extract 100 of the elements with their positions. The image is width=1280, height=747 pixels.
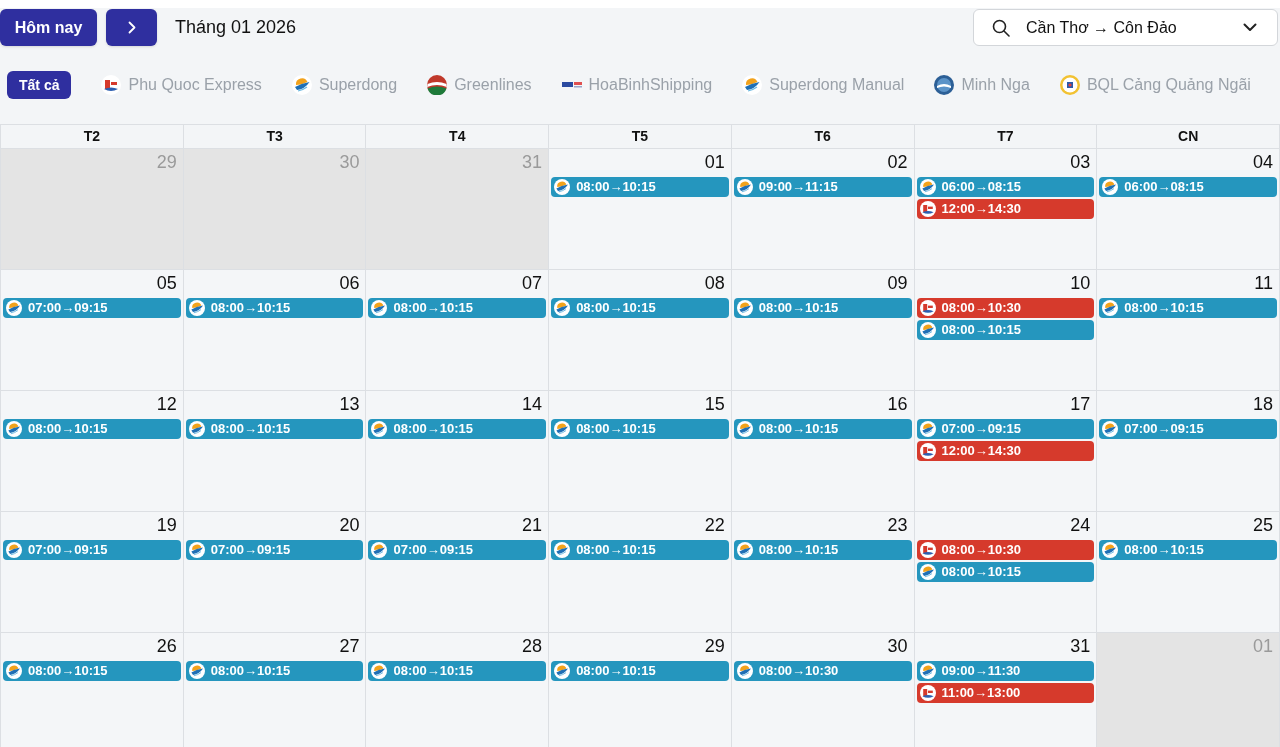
day-cell[interactable]: 09 08:00→10:15	[731, 270, 915, 390]
date-number: 02	[887, 151, 908, 173]
event-chip[interactable]: 08:00→10:30	[916, 298, 1095, 318]
day-cell[interactable]: 17 07:00→09:15 12:00→14:30	[914, 391, 1098, 511]
event-chip[interactable]: 08:00→10:15	[368, 298, 547, 318]
filter-chip[interactable]: HoaBinhShipping	[561, 71, 713, 99]
day-cell[interactable]: 01	[1097, 633, 1280, 747]
day-cell[interactable]: 27 08:00→10:15	[183, 633, 367, 747]
event-chip[interactable]: 08:00→10:15	[551, 419, 729, 439]
swoosh-logo-icon	[736, 300, 753, 316]
event-chip[interactable]: 08:00→10:15	[733, 419, 912, 439]
event-chip[interactable]: 09:00→11:30	[916, 661, 1095, 681]
today-button[interactable]: Hôm nay	[0, 9, 97, 46]
seal-logo-icon	[1059, 75, 1080, 95]
filter-chip[interactable]: Superdong	[291, 71, 398, 99]
day-cell[interactable]: 03 06:00→08:15 12:00→14:30	[914, 149, 1098, 269]
date-number: 22	[704, 514, 725, 536]
day-cell[interactable]: 10 08:00→10:30 08:00→10:15	[914, 270, 1098, 390]
event-chip[interactable]: 08:00→10:15	[551, 298, 729, 318]
event-chip[interactable]: 08:00→10:15	[3, 661, 181, 681]
day-cell[interactable]: 02 09:00→11:15	[731, 149, 915, 269]
event-chip[interactable]: 08:00→10:15	[733, 540, 912, 560]
month-title: Tháng 01 2026	[175, 16, 297, 39]
day-cell[interactable]: 29	[1, 149, 184, 269]
swoosh-logo-icon	[371, 542, 388, 558]
day-cell[interactable]: 05 07:00→09:15	[1, 270, 184, 390]
event-chip[interactable]: 06:00→08:15	[916, 177, 1095, 197]
date-number: 08	[704, 272, 725, 294]
day-cell[interactable]: 15 08:00→10:15	[549, 391, 732, 511]
filter-chip[interactable]: Greenlines	[427, 71, 532, 99]
filter-chip[interactable]: Minh Nga	[934, 71, 1030, 99]
event-chip[interactable]: 08:00→10:15	[916, 562, 1095, 582]
event-chip[interactable]: 08:00→10:30	[733, 661, 912, 681]
day-cell[interactable]: 21 07:00→09:15	[366, 512, 550, 632]
day-cell[interactable]: 30 08:00→10:30	[731, 633, 915, 747]
event-chip[interactable]: 08:00→10:15	[1099, 298, 1277, 318]
event-chip[interactable]: 08:00→10:15	[185, 661, 364, 681]
day-cell[interactable]: 19 07:00→09:15	[1, 512, 184, 632]
day-cell[interactable]: 29 08:00→10:15	[549, 633, 732, 747]
day-cell[interactable]: 31	[366, 149, 550, 269]
route-select[interactable]: Cần Thơ → Côn Đảo	[973, 9, 1278, 46]
event-chip[interactable]: 08:00→10:15	[916, 320, 1095, 340]
day-cell[interactable]: 31 09:00→11:30 11:00→13:00	[914, 633, 1098, 747]
filter-chip[interactable]: BQL Cảng Quảng Ngãi	[1059, 71, 1251, 99]
swoosh-logo-icon	[919, 564, 936, 580]
filter-chip[interactable]: Tất cả	[7, 71, 72, 99]
day-cell[interactable]: 07 08:00→10:15	[366, 270, 550, 390]
swoosh-logo-icon	[554, 300, 571, 316]
swoosh-logo-icon	[919, 179, 936, 195]
day-cell[interactable]: 26 08:00→10:15	[1, 633, 184, 747]
day-cell[interactable]: 30	[183, 149, 367, 269]
filter-chip[interactable]: Phu Quoc Express	[101, 71, 262, 99]
day-cell[interactable]: 01 08:00→10:15	[549, 149, 732, 269]
day-cell[interactable]: 20 07:00→09:15	[183, 512, 367, 632]
swoosh-logo-icon	[919, 663, 936, 679]
event-chip[interactable]: 08:00→10:15	[551, 177, 729, 197]
event-chip[interactable]: 08:00→10:30	[916, 540, 1095, 560]
event-chip[interactable]: 12:00→14:30	[916, 199, 1095, 219]
event-chip[interactable]: 08:00→10:15	[3, 419, 181, 439]
event-chip[interactable]: 07:00→09:15	[3, 540, 181, 560]
date-number: 19	[156, 514, 177, 536]
next-button[interactable]	[106, 9, 157, 46]
date-number: 01	[1252, 635, 1273, 657]
date-number: 31	[522, 151, 543, 173]
day-cell[interactable]: 25 08:00→10:15	[1097, 512, 1280, 632]
event-chip[interactable]: 07:00→09:15	[3, 298, 181, 318]
day-cell[interactable]: 06 08:00→10:15	[183, 270, 367, 390]
day-cell[interactable]: 04 06:00→08:15	[1097, 149, 1280, 269]
event-chip[interactable]: 08:00→10:15	[1099, 540, 1277, 560]
event-chip[interactable]: 08:00→10:15	[551, 661, 729, 681]
swoosh-logo-icon	[291, 75, 312, 95]
day-cell[interactable]: 18 07:00→09:15	[1097, 391, 1280, 511]
weekday-header: T6	[731, 125, 915, 148]
event-chip[interactable]: 08:00→10:15	[185, 298, 364, 318]
day-cell[interactable]: 22 08:00→10:15	[549, 512, 732, 632]
event-chip[interactable]: 11:00→13:00	[916, 683, 1095, 703]
event-chip[interactable]: 09:00→11:15	[733, 177, 912, 197]
event-chip[interactable]: 08:00→10:15	[368, 419, 547, 439]
day-cell[interactable]: 23 08:00→10:15	[731, 512, 915, 632]
day-cell[interactable]: 12 08:00→10:15	[1, 391, 184, 511]
event-chip[interactable]: 08:00→10:15	[185, 419, 364, 439]
event-chip[interactable]: 08:00→10:15	[733, 298, 912, 318]
event-chip[interactable]: 07:00→09:15	[1099, 419, 1277, 439]
day-cell[interactable]: 13 08:00→10:15	[183, 391, 367, 511]
event-chip[interactable]: 08:00→10:15	[551, 540, 729, 560]
event-chip[interactable]: 07:00→09:15	[368, 540, 547, 560]
weekday-header: T4	[366, 125, 550, 148]
event-chip[interactable]: 07:00→09:15	[916, 419, 1095, 439]
day-cell[interactable]: 08 08:00→10:15	[549, 270, 732, 390]
day-cell[interactable]: 14 08:00→10:15	[366, 391, 550, 511]
event-chip[interactable]: 08:00→10:15	[368, 661, 547, 681]
event-chip[interactable]: 07:00→09:15	[185, 540, 364, 560]
day-cell[interactable]: 24 08:00→10:30 08:00→10:15	[914, 512, 1098, 632]
day-cell[interactable]: 28 08:00→10:15	[366, 633, 550, 747]
filter-chip[interactable]: Superdong Manual	[742, 71, 905, 99]
date-number: 18	[1252, 393, 1273, 415]
event-chip[interactable]: 06:00→08:15	[1099, 177, 1277, 197]
day-cell[interactable]: 16 08:00→10:15	[731, 391, 915, 511]
day-cell[interactable]: 11 08:00→10:15	[1097, 270, 1280, 390]
event-chip[interactable]: 12:00→14:30	[916, 441, 1095, 461]
